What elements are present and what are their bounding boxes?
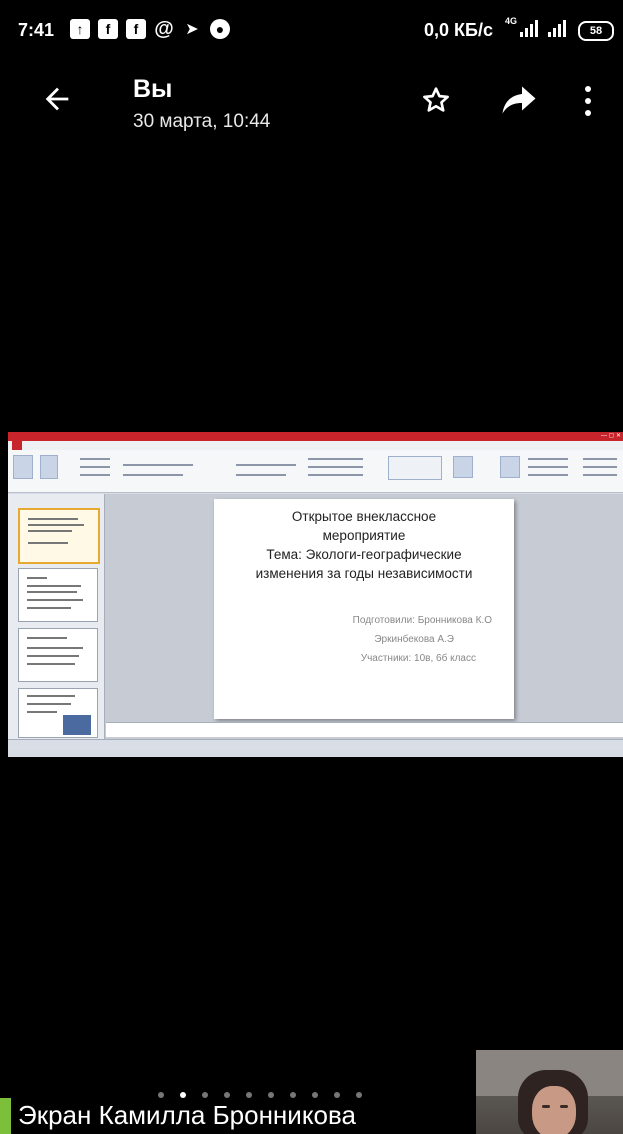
ppt-ribbon bbox=[8, 450, 623, 493]
slide-thumbnail[interactable] bbox=[18, 628, 98, 682]
slide-thumbnail[interactable] bbox=[18, 688, 98, 738]
at-icon: @ bbox=[154, 17, 174, 40]
pager-dot[interactable] bbox=[356, 1092, 362, 1098]
participant-video[interactable] bbox=[476, 1050, 623, 1134]
pager-dot[interactable] bbox=[158, 1092, 164, 1098]
upload-icon: ↑ bbox=[70, 19, 90, 39]
slide-thumbnails bbox=[8, 494, 105, 739]
timestamp: 30 марта, 10:44 bbox=[133, 111, 271, 132]
screen-pager bbox=[158, 1092, 362, 1098]
pager-dot[interactable] bbox=[312, 1092, 318, 1098]
ppt-statusbar bbox=[8, 739, 623, 751]
network-speed: 0,0 КБ/с bbox=[424, 20, 493, 40]
pager-dot[interactable] bbox=[180, 1092, 186, 1098]
signal-icon bbox=[520, 19, 538, 37]
status-bar: 7:41 ↑ f f @ ➤ ● 0,0 КБ/с 4G 58 bbox=[0, 0, 623, 58]
slide-title: Открытое внеклассное мероприятие Тема: Э… bbox=[255, 509, 473, 581]
slide-thumbnail[interactable] bbox=[18, 568, 98, 622]
pager-dot[interactable] bbox=[334, 1092, 340, 1098]
page-title: Вы bbox=[133, 75, 173, 103]
send-icon: ➤ bbox=[185, 21, 199, 38]
facebook-icon: f bbox=[98, 19, 118, 39]
network-type: 4G bbox=[505, 16, 518, 26]
shared-screen: — ▢ ✕ Открытое внеклассное мероприятие Т… bbox=[8, 432, 623, 757]
star-icon[interactable] bbox=[420, 84, 452, 116]
ppt-workspace: Открытое внеклассное мероприятие Тема: Э… bbox=[8, 494, 623, 739]
screen-share-caption: Экран Камилла Бронникова bbox=[18, 1100, 356, 1130]
slide-thumbnail[interactable] bbox=[18, 508, 100, 564]
slide-authors: Подготовили: Бронникова К.О Эркинбекова … bbox=[352, 615, 492, 664]
pager-dot[interactable] bbox=[246, 1092, 252, 1098]
signal-icon bbox=[548, 19, 566, 37]
app-header: Вы 30 марта, 10:44 bbox=[0, 58, 623, 150]
current-slide: Открытое внеклассное мероприятие Тема: Э… bbox=[214, 499, 514, 719]
notification-icons: ↑ f f @ ➤ ● bbox=[70, 17, 230, 40]
ppt-titlebar: — ▢ ✕ bbox=[8, 432, 623, 441]
slide-notes[interactable] bbox=[106, 722, 623, 737]
soccer-ball-icon: ● bbox=[210, 19, 230, 39]
pager-dot[interactable] bbox=[268, 1092, 274, 1098]
pager-dot[interactable] bbox=[290, 1092, 296, 1098]
share-icon[interactable] bbox=[501, 85, 537, 115]
ppt-ribbon-tabs bbox=[8, 441, 623, 450]
status-time: 7:41 bbox=[18, 20, 55, 40]
more-vert-icon[interactable] bbox=[582, 85, 594, 117]
speaker-indicator bbox=[0, 1098, 11, 1134]
back-arrow-icon[interactable] bbox=[40, 82, 74, 116]
facebook-icon: f bbox=[126, 19, 146, 39]
pager-dot[interactable] bbox=[224, 1092, 230, 1098]
battery-icon: 58 bbox=[578, 21, 614, 41]
pager-dot[interactable] bbox=[202, 1092, 208, 1098]
